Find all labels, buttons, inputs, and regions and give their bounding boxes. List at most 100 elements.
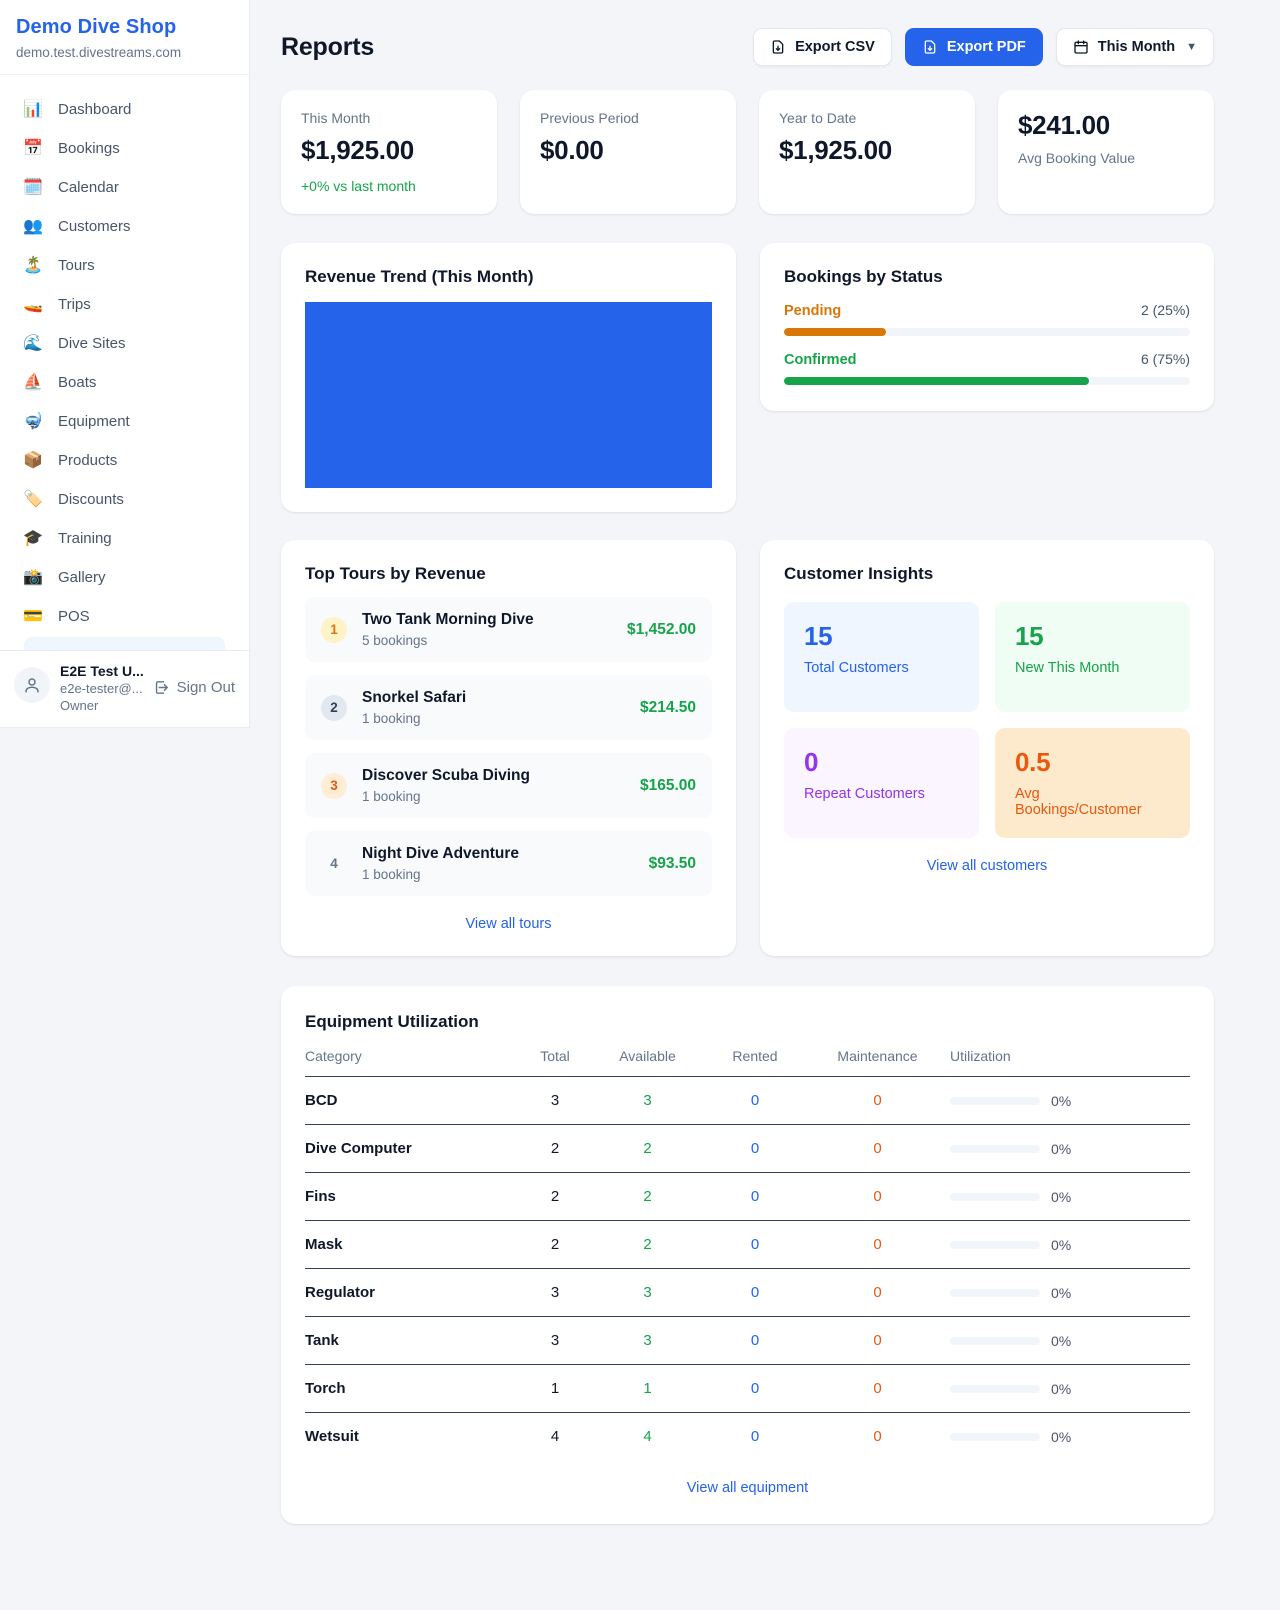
equipment-table-body: BCD 3 3 0 0 0% Dive Computer 2 2 0 0 0% … (305, 1077, 1190, 1460)
island-icon: 🏝️ (22, 258, 44, 274)
stat-label: Year to Date (779, 110, 955, 126)
tour-row: 3 Discover Scuba Diving 1 booking $165.0… (305, 753, 712, 818)
insight-label: Repeat Customers (804, 786, 959, 802)
status-bar-fill (784, 328, 886, 336)
table-row: Fins 2 2 0 0 0% (305, 1173, 1190, 1221)
stat-delta: +0% vs last month (301, 178, 477, 194)
cell-available: 3 (590, 1332, 705, 1349)
calendar-icon (1073, 39, 1089, 55)
cell-total: 3 (520, 1332, 590, 1349)
view-all-customers-link[interactable]: View all customers (784, 858, 1190, 874)
cell-utilization: 0% (1051, 1141, 1071, 1157)
sidebar-item-bookings[interactable]: 📅 Bookings (12, 130, 237, 167)
wave-icon: 🌊 (22, 336, 44, 352)
sidebar-item-discounts[interactable]: 🏷️ Discounts (12, 481, 237, 518)
user-email: e2e-tester@... (60, 681, 143, 696)
utilization-bar (950, 1145, 1040, 1153)
stat-card-year-to-date: Year to Date $1,925.00 (759, 90, 975, 214)
sidebar-item-equipment[interactable]: 🤿 Equipment (12, 403, 237, 440)
tour-revenue: $165.00 (640, 777, 696, 795)
sidebar-item-boats[interactable]: ⛵ Boats (12, 364, 237, 401)
person-icon (23, 676, 41, 694)
insight-tile-new-this-month: 15 New This Month (995, 602, 1190, 712)
avatar (14, 667, 50, 703)
sailboat-icon: ⛵ (22, 375, 44, 391)
status-label: Pending (784, 303, 841, 319)
stat-card-previous-period: Previous Period $0.00 (520, 90, 736, 214)
stat-value: $1,925.00 (779, 135, 955, 166)
sidebar: Demo Dive Shop demo.test.divestreams.com… (0, 0, 250, 728)
cell-available: 1 (590, 1380, 705, 1397)
cell-utilization: 0% (1051, 1333, 1071, 1349)
sign-out-button[interactable]: Sign Out (153, 679, 235, 696)
equipment-table-header: Category Total Available Rented Maintena… (305, 1032, 1190, 1077)
sidebar-item-label: Tours (58, 257, 95, 274)
tour-revenue: $1,452.00 (627, 621, 696, 639)
insight-label: Avg Bookings/Customer (1015, 786, 1170, 818)
chevron-down-icon: ▼ (1186, 41, 1197, 53)
cell-rented: 0 (705, 1284, 805, 1301)
sidebar-item-reports-partial[interactable] (24, 637, 225, 650)
sidebar-item-label: Dive Sites (58, 335, 126, 352)
column-header-total: Total (520, 1048, 590, 1064)
utilization-bar (950, 1289, 1040, 1297)
export-pdf-button[interactable]: Export PDF (905, 28, 1043, 66)
customer-insights-title: Customer Insights (784, 564, 1190, 584)
view-all-tours-link[interactable]: View all tours (305, 916, 712, 932)
camera-icon: 📸 (22, 570, 44, 586)
cell-utilization: 0% (1051, 1093, 1071, 1109)
cell-total: 2 (520, 1236, 590, 1253)
sidebar-item-training[interactable]: 🎓 Training (12, 520, 237, 557)
utilization-bar (950, 1097, 1040, 1105)
tag-icon: 🏷️ (22, 492, 44, 508)
main-content: Reports Export CSV Export PDF (250, 0, 1280, 1564)
table-row: BCD 3 3 0 0 0% (305, 1077, 1190, 1125)
sidebar-item-products[interactable]: 📦 Products (12, 442, 237, 479)
column-header-rented: Rented (705, 1048, 805, 1064)
sidebar-item-tours[interactable]: 🏝️ Tours (12, 247, 237, 284)
stat-card-avg-booking-value: $241.00 Avg Booking Value (998, 90, 1214, 214)
stat-label: Avg Booking Value (1018, 150, 1194, 166)
cell-category: Mask (305, 1236, 520, 1253)
sidebar-item-customers[interactable]: 👥 Customers (12, 208, 237, 245)
cell-maintenance: 0 (805, 1428, 950, 1445)
sidebar-item-label: Training (58, 530, 112, 547)
cell-maintenance: 0 (805, 1380, 950, 1397)
sidebar-item-label: Dashboard (58, 101, 131, 118)
insight-tile-total-customers: 15 Total Customers (784, 602, 979, 712)
cell-maintenance: 0 (805, 1332, 950, 1349)
column-header-category: Category (305, 1048, 520, 1064)
stat-cards: This Month $1,925.00 +0% vs last month P… (281, 90, 1214, 214)
utilization-bar (950, 1433, 1040, 1441)
speedboat-icon: 🚤 (22, 297, 44, 313)
export-csv-button[interactable]: Export CSV (753, 28, 892, 66)
utilization-bar (950, 1193, 1040, 1201)
tour-bookings: 1 booking (362, 789, 640, 804)
equipment-utilization-title: Equipment Utilization (305, 1012, 1190, 1032)
cell-category: Wetsuit (305, 1428, 520, 1445)
cell-total: 2 (520, 1140, 590, 1157)
insight-value: 0.5 (1015, 747, 1170, 778)
cell-category: BCD (305, 1092, 520, 1109)
sidebar-item-calendar[interactable]: 🗓️ Calendar (12, 169, 237, 206)
table-row: Mask 2 2 0 0 0% (305, 1221, 1190, 1269)
sidebar-item-dive-sites[interactable]: 🌊 Dive Sites (12, 325, 237, 362)
sidebar-item-pos[interactable]: 💳 POS (12, 598, 237, 635)
view-all-equipment-link[interactable]: View all equipment (305, 1480, 1190, 1496)
cell-total: 4 (520, 1428, 590, 1445)
cell-total: 3 (520, 1284, 590, 1301)
cell-utilization: 0% (1051, 1429, 1071, 1445)
period-select[interactable]: This Month ▼ (1056, 28, 1214, 66)
tour-name: Two Tank Morning Dive (362, 611, 627, 629)
file-download-icon (922, 39, 938, 55)
user-name: E2E Test U... (60, 663, 143, 679)
cell-rented: 0 (705, 1428, 805, 1445)
sidebar-item-trips[interactable]: 🚤 Trips (12, 286, 237, 323)
customer-insights-card: Customer Insights 15 Total Customers 15 … (760, 540, 1214, 956)
file-download-icon (770, 39, 786, 55)
sidebar-item-dashboard[interactable]: 📊 Dashboard (12, 91, 237, 128)
insight-tile-avg-bookings: 0.5 Avg Bookings/Customer (995, 728, 1190, 838)
status-value: 6 (75%) (1141, 351, 1190, 367)
table-row: Torch 1 1 0 0 0% (305, 1365, 1190, 1413)
sidebar-item-gallery[interactable]: 📸 Gallery (12, 559, 237, 596)
